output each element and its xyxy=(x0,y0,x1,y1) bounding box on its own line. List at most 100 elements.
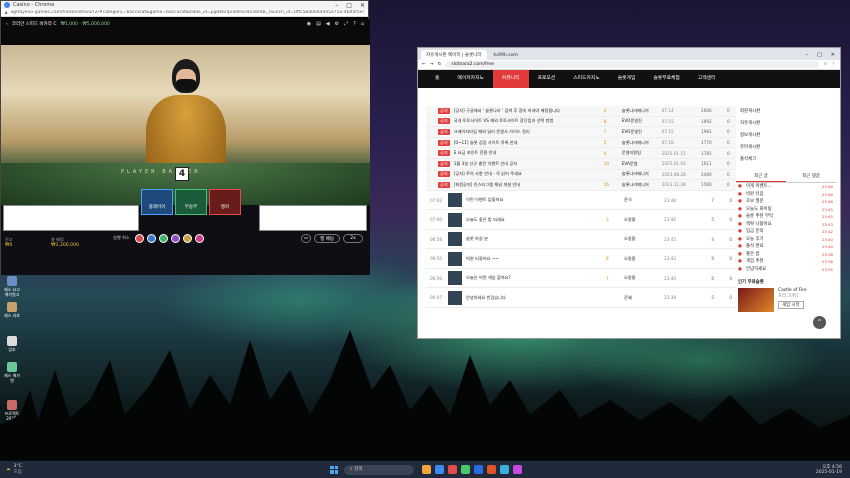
lobby-icon[interactable]: ⌂ xyxy=(361,21,364,27)
post-title[interactable]: 안녕하세요 반갑습니다 xyxy=(466,295,606,301)
bet-chip[interactable] xyxy=(171,234,180,243)
post-title[interactable]: 국내 토토사이트 VS 해외 토토사이트 장단점과 선택 방법 xyxy=(454,118,604,124)
post-author[interactable]: EVA운영 xyxy=(622,161,662,167)
sidebar-link[interactable]: 유머게시판 xyxy=(736,142,836,154)
bet-chip[interactable] xyxy=(147,234,156,243)
minimize-icon[interactable]: – xyxy=(335,2,338,9)
chart-icon[interactable]: ▤ xyxy=(316,21,321,27)
notice-row[interactable]: 공지 [0~11] 슬롯 검증 사이트 목록 안내 5 슬롯나라매니저 07.18 177… xyxy=(426,137,736,149)
bet-spot-tie[interactable]: 무승부 xyxy=(175,189,207,215)
post-row[interactable]: 06:50 오늘은 어떤 게임 할까요? 7 오용환 23:40 6 0 xyxy=(426,269,736,289)
nav-item-0[interactable]: 홈 xyxy=(426,70,448,88)
recent-item[interactable]: ● 잭팟 나왔어요 23:43 xyxy=(736,221,836,229)
taskbar-app-icon[interactable] xyxy=(513,465,522,474)
recent-item[interactable]: ● 입금 문의 23:42 xyxy=(736,228,836,236)
post-thumbnail[interactable] xyxy=(448,193,462,207)
post-row[interactable]: 07:02 이런 이벤트 없을까요 준식 23:48 7 0 xyxy=(426,191,736,211)
notice-row[interactable]: 공지 [공지] 구글에서 ' 슬롯나라 ' 검색 후 접속 하셔야 해킹됩니다 4 슬… xyxy=(426,106,736,117)
star-icon[interactable]: ☆ xyxy=(823,62,827,67)
recent-item[interactable]: ● 안녕하세요 23:35 xyxy=(736,266,836,274)
bet-chip[interactable] xyxy=(159,234,168,243)
post-row[interactable]: 06:47 안녕하세요 반갑습니다 준혜 23:38 5 0 xyxy=(426,288,736,308)
post-thumbnail[interactable] xyxy=(448,232,462,246)
post-author[interactable]: EVO운영진 xyxy=(622,129,662,135)
notice-row[interactable]: 공지 [회원공지] 인스타그램 채널 개설 안내 16 슬롯나라매니저 2023.11.… xyxy=(426,180,736,191)
post-title[interactable]: [공지] 구글에서 ' 슬롯나라 ' 검색 후 접속 하셔야 해킹됩니다 xyxy=(454,108,604,114)
notice-row[interactable]: 공지 1월 3일 신규 충전 이벤트 안내 공지 10 EVA운영 2025.01.03… xyxy=(426,158,736,170)
post-title[interactable]: 빅윈 터졌어요 ~~ xyxy=(466,256,606,262)
post-title[interactable]: 이런 이벤트 없을까요 xyxy=(466,197,606,203)
recent-item[interactable]: ● 좋은 밤 23:38 xyxy=(736,251,836,259)
undo-button[interactable]: 실행 취소 xyxy=(113,235,130,241)
recent-item[interactable]: ● 초보 질문 23:46 xyxy=(736,198,836,206)
post-row[interactable]: 06:55 빅윈 터졌어요 ~~ 8 오용환 23:42 9 0 xyxy=(426,249,736,269)
taskbar-app-icon[interactable] xyxy=(448,465,457,474)
url-field[interactable]: slotnara2.com/free xyxy=(445,61,820,68)
forward-icon[interactable]: → xyxy=(430,62,434,67)
sidebar-link[interactable]: 정보게시판 xyxy=(736,130,836,142)
post-title[interactable]: 슬롯 하실 분 xyxy=(466,236,606,242)
sidebar-link[interactable]: 회원게시판 xyxy=(736,106,836,118)
bet-chip[interactable] xyxy=(195,234,204,243)
post-author[interactable]: 슬롯나라매니저 xyxy=(622,182,662,188)
notice-row[interactable]: 공지 국내 토토사이트 VS 해외 토토사이트 장단점과 선택 방법 8 EVO운영진… xyxy=(426,116,736,128)
nav-item-4[interactable]: 스피드카지노 xyxy=(564,70,608,88)
minimize-icon[interactable]: – xyxy=(806,52,809,58)
post-author[interactable]: EVO운영진 xyxy=(622,118,662,124)
sidebar-link[interactable]: 출석체크 xyxy=(736,154,836,166)
post-title[interactable]: 오늘도 좋은 밤 되세요 xyxy=(466,217,606,223)
recent-item[interactable]: ● 빅윈 터짐 23:48 xyxy=(736,191,836,199)
fullscreen-icon[interactable]: ⤢ xyxy=(344,21,348,27)
post-title[interactable]: 1월 3일 신규 충전 이벤트 안내 공지 xyxy=(454,161,604,167)
taskbar-app-icon[interactable] xyxy=(500,465,509,474)
maximize-icon[interactable]: □ xyxy=(817,52,822,58)
recent-item[interactable]: ● 오늘 후기 23:40 xyxy=(736,236,836,244)
tab-second[interactable]: tu99h.com xyxy=(489,50,523,60)
post-author[interactable]: 오용환 xyxy=(624,275,664,281)
recent-item[interactable]: ● 오늘도 화이팅 23:45 xyxy=(736,206,836,214)
nav-item-2[interactable]: 커뮤니티 xyxy=(492,70,529,88)
taskbar-app-icon[interactable] xyxy=(461,465,470,474)
recent-item[interactable]: ● 이게 이벤트... 23:48 xyxy=(736,183,836,191)
post-thumbnail[interactable] xyxy=(448,290,462,305)
start-icon[interactable] xyxy=(330,465,338,474)
recent-item[interactable]: ● 게임 추천 23:36 xyxy=(736,258,836,266)
post-author[interactable]: 슬롯나라매니저 xyxy=(622,171,662,177)
post-title[interactable]: [0~11] 슬롯 검증 사이트 목록 안내 xyxy=(454,140,604,146)
help-icon[interactable]: ? xyxy=(353,21,356,27)
post-title[interactable]: 크레이지타임 해외 딜러 운영사 가이드 정리 xyxy=(454,129,604,135)
post-title[interactable]: E 요금 포인트 전환 안내 xyxy=(454,150,604,156)
back-icon[interactable]: ← xyxy=(422,62,426,67)
desktop-icon-1[interactable]: 제스 요고 에가원고 xyxy=(4,276,20,297)
close-icon[interactable]: ✕ xyxy=(831,52,835,58)
post-author[interactable]: 슬롯나라매니저 xyxy=(622,108,662,114)
post-author[interactable]: 운영지원팀 xyxy=(622,150,662,156)
recent-item[interactable]: ● 출석 완료 23:40 xyxy=(736,243,836,251)
post-author[interactable]: 오용환 xyxy=(624,256,664,262)
nav-item-1[interactable]: 메이저카지노 xyxy=(448,70,492,88)
sound-icon[interactable]: ◀ xyxy=(326,21,330,27)
post-row[interactable]: 07:00 오늘도 좋은 밤 되세요 3 오용환 23:46 5 0 xyxy=(426,210,736,230)
side-bet-button[interactable]: 행 베팅 xyxy=(314,234,340,243)
search-box[interactable]: ⌕ 검색 xyxy=(344,464,414,475)
notice-row[interactable]: 공지 크레이지타임 해외 딜러 운영사 가이드 정리 7 EVO운영진 07.15 198… xyxy=(426,127,736,138)
taskbar-app-icon[interactable] xyxy=(435,465,444,474)
post-thumbnail[interactable] xyxy=(448,212,462,227)
post-title[interactable]: 오늘은 어떤 게임 할까요? xyxy=(466,275,606,281)
nav-item-5[interactable]: 슬롯게임 xyxy=(609,70,645,88)
bet-chip[interactable] xyxy=(135,234,144,243)
tab-community[interactable]: 자유게시판 메이저 | 슬롯나라 xyxy=(421,50,487,60)
notice-row[interactable]: 공지 E 요금 포인트 전환 안내 6 운영지원팀 2025.01.15 1781 0 xyxy=(426,148,736,159)
address-bar[interactable]: 🔒︎ agmtyevo-games.com/frontend/evo/r2/#c… xyxy=(1,9,368,17)
nav-item-3[interactable]: 프로모션 xyxy=(529,70,565,88)
back-arrow-icon[interactable]: ‹ xyxy=(6,22,8,27)
tab-recent-comments[interactable]: 최근 댓글 xyxy=(786,172,836,182)
chat-icon[interactable]: ▭ xyxy=(301,234,311,243)
notice-row[interactable]: 공지 [공지] 주의 사항 안내 - 꼭 읽어 주세요 슬롯나라매니저 2023.08… xyxy=(426,169,736,181)
menu-icon[interactable]: ⋮ xyxy=(832,62,837,67)
post-author[interactable]: 슬롯나라매니저 xyxy=(622,140,662,146)
post-title[interactable]: [회원공지] 인스타그램 채널 개설 안내 xyxy=(454,182,604,188)
camera-icon[interactable]: ◉ xyxy=(307,21,311,27)
taskbar-app-icon[interactable] xyxy=(487,465,496,474)
reload-icon[interactable]: ↻ xyxy=(438,62,442,67)
